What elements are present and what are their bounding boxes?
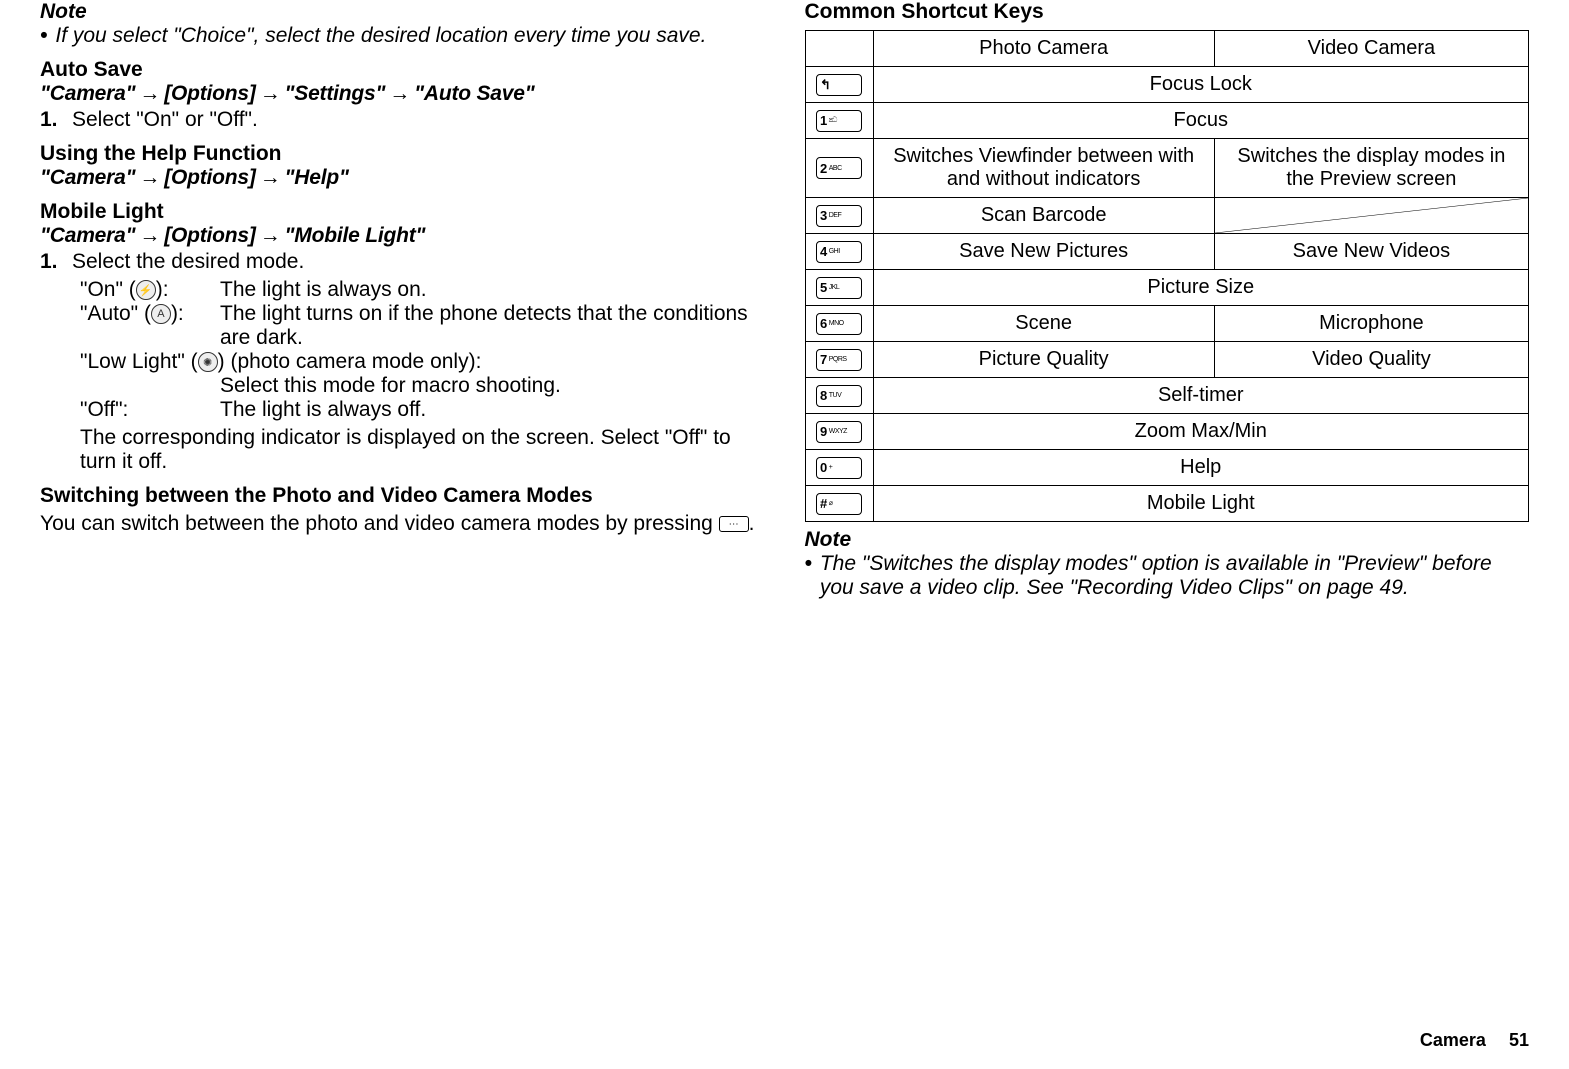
key-2-icon: 2ABC [816, 157, 862, 179]
light-on-icon: ⚡ [136, 280, 156, 300]
key-5-icon: 5JKL [816, 277, 862, 299]
help-path: "Camera"→[Options]→"Help" [40, 166, 765, 190]
switch-text: You can switch between the photo and vid… [40, 512, 765, 536]
table-row: 3DEF Scan Barcode [805, 198, 1529, 234]
bullet-dot: • [805, 552, 812, 600]
th-video: Video Camera [1214, 31, 1528, 67]
step-number: 1. [40, 250, 62, 274]
mobile-light-tail: The corresponding indicator is displayed… [80, 426, 765, 474]
right-column: Common Shortcut Keys Photo Camera Video … [805, 0, 1530, 600]
mode-off: "Off": The light is always off. [80, 398, 765, 422]
cell-zoom: Zoom Max/Min [873, 414, 1529, 450]
note-item: • If you select "Choice", select the des… [40, 24, 765, 48]
mobile-light-path: "Camera"→[Options]→"Mobile Light" [40, 224, 765, 248]
key-6-icon: 6MNO [816, 313, 862, 335]
key-0-icon: 0+ [816, 457, 862, 479]
cell-microphone: Microphone [1214, 306, 1528, 342]
key-7-icon: 7PQRS [816, 349, 862, 371]
key-3-icon: 3DEF [816, 205, 862, 227]
mobile-light-heading: Mobile Light [40, 200, 765, 224]
table-row: 1ඣ Focus [805, 103, 1529, 139]
softkey-icon: ⋯ [719, 516, 749, 532]
auto-save-step: 1. Select "On" or "Off". [40, 108, 765, 132]
mode-list: "On" (⚡): The light is always on. "Auto"… [80, 278, 765, 474]
table-row: 9WXYZ Zoom Max/Min [805, 414, 1529, 450]
table-header-row: Photo Camera Video Camera [805, 31, 1529, 67]
key-hash-icon: #⌀ [816, 493, 862, 515]
light-auto-icon: A [151, 304, 171, 324]
cell-video-quality: Video Quality [1214, 342, 1528, 378]
note-text: If you select "Choice", select the desir… [55, 24, 706, 48]
mode-auto: "Auto" (A): The light turns on if the ph… [80, 302, 765, 350]
page-footer: Camera 51 [1420, 1030, 1529, 1051]
table-row: 0+ Help [805, 450, 1529, 486]
bullet-dot: • [40, 24, 47, 48]
table-row: ↰ Focus Lock [805, 67, 1529, 103]
auto-save-heading: Auto Save [40, 58, 765, 82]
send-key-icon: ↰ [816, 74, 862, 96]
step-number: 1. [40, 108, 62, 132]
cell-not-applicable [1214, 198, 1528, 234]
cell-focus-lock: Focus Lock [873, 67, 1529, 103]
note-label: Note [40, 0, 765, 24]
cell-help: Help [873, 450, 1529, 486]
cell-save-videos: Save New Videos [1214, 234, 1528, 270]
shortcut-heading: Common Shortcut Keys [805, 0, 1530, 24]
key-8-icon: 8TUV [816, 385, 862, 407]
cell-picture-quality: Picture Quality [873, 342, 1214, 378]
note-label-right: Note [805, 528, 1530, 552]
table-row: 2ABC Switches Viewfinder between with an… [805, 139, 1529, 198]
table-row: 6MNO Scene Microphone [805, 306, 1529, 342]
cell-display-modes: Switches the display modes in the Previe… [1214, 139, 1528, 198]
key-9-icon: 9WXYZ [816, 421, 862, 443]
switch-heading: Switching between the Photo and Video Ca… [40, 484, 765, 508]
key-1-icon: 1ඣ [816, 110, 862, 132]
cell-save-pictures: Save New Pictures [873, 234, 1214, 270]
step-text: Select the desired mode. [72, 250, 304, 274]
note-item-right: • The "Switches the display modes" optio… [805, 552, 1530, 600]
mobile-light-step: 1. Select the desired mode. [40, 250, 765, 274]
shortcut-table: Photo Camera Video Camera ↰ Focus Lock 1… [805, 30, 1530, 522]
table-row: #⌀ Mobile Light [805, 486, 1529, 522]
auto-save-path: "Camera"→[Options]→"Settings"→"Auto Save… [40, 82, 765, 106]
cell-focus: Focus [873, 103, 1529, 139]
footer-section: Camera [1420, 1030, 1486, 1050]
key-4-icon: 4GHI [816, 241, 862, 263]
table-row: 7PQRS Picture Quality Video Quality [805, 342, 1529, 378]
help-heading: Using the Help Function [40, 142, 765, 166]
step-text: Select "On" or "Off". [72, 108, 258, 132]
left-column: Note • If you select "Choice", select th… [40, 0, 765, 600]
table-row: 4GHI Save New Pictures Save New Videos [805, 234, 1529, 270]
note-text-right: The "Switches the display modes" option … [820, 552, 1529, 600]
table-row: 8TUV Self-timer [805, 378, 1529, 414]
cell-mobile-light: Mobile Light [873, 486, 1529, 522]
light-lowlight-icon: ✺ [198, 352, 218, 372]
cell-scan-barcode: Scan Barcode [873, 198, 1214, 234]
cell-self-timer: Self-timer [873, 378, 1529, 414]
table-row: 5JKL Picture Size [805, 270, 1529, 306]
footer-page: 51 [1509, 1030, 1529, 1050]
cell-scene: Scene [873, 306, 1214, 342]
cell-picture-size: Picture Size [873, 270, 1529, 306]
mode-lowlight: "Low Light" (✺) (photo camera mode only)… [80, 350, 765, 398]
th-photo: Photo Camera [873, 31, 1214, 67]
mode-on: "On" (⚡): The light is always on. [80, 278, 765, 302]
cell-viewfinder: Switches Viewfinder between with and wit… [873, 139, 1214, 198]
